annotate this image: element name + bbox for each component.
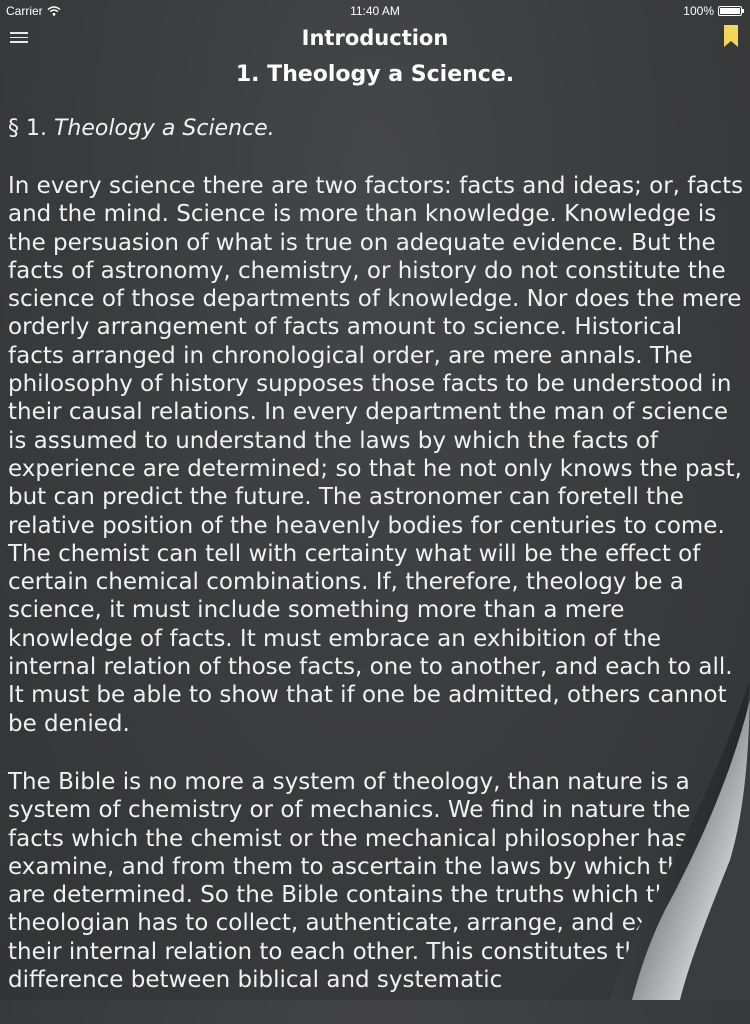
paragraph: In every science there are two factors: … bbox=[8, 173, 744, 737]
bookmark-icon[interactable] bbox=[724, 25, 738, 47]
status-time: 11:40 AM bbox=[350, 4, 400, 18]
navigation-bar: Introduction bbox=[0, 22, 750, 58]
section-number: § 1. bbox=[8, 116, 47, 141]
section-title: Theology a Science. bbox=[53, 116, 275, 141]
battery-group: 100% bbox=[683, 4, 744, 18]
section-heading: § 1. Theology a Science. bbox=[8, 112, 744, 146]
battery-icon bbox=[718, 6, 744, 16]
battery-percent: 100% bbox=[683, 4, 714, 18]
status-bar: Carrier 11:40 AM 100% bbox=[0, 0, 750, 22]
page-title: Introduction bbox=[301, 26, 449, 50]
page-curl-icon[interactable] bbox=[570, 680, 750, 1000]
chapter-title: 1. Theology a Science. bbox=[235, 62, 515, 87]
